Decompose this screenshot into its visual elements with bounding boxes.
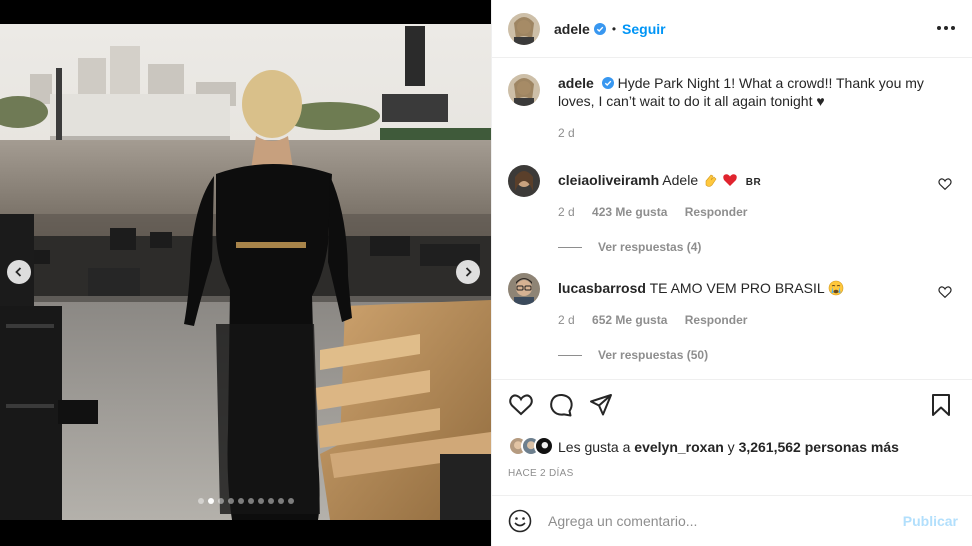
comment-time[interactable]: 2 d — [558, 205, 575, 219]
carousel-next-button[interactable] — [456, 260, 480, 284]
comments-section: adele Hyde Park Night 1! What a crowd!! … — [492, 58, 972, 380]
comment-meta: 2 d 652 Me gusta Responder — [558, 313, 761, 327]
commenter-avatar[interactable] — [508, 273, 540, 305]
caption-timestamp[interactable]: 2 d — [558, 126, 575, 140]
comment-body: cleiaoliveiramh Adele BR — [558, 171, 761, 192]
likes-prefix: Les gusta a — [558, 439, 631, 455]
comment-username[interactable]: cleiaoliveiramh — [558, 172, 659, 188]
replies-divider — [558, 246, 582, 248]
carousel-dot — [237, 498, 244, 504]
liker-avatar — [534, 436, 554, 456]
post-details-panel: adele • Seguir adele Hyde Park Night 1! … — [491, 0, 972, 546]
verified-badge-icon — [593, 22, 606, 35]
crying-face-emoji — [828, 280, 844, 296]
verified-badge-icon — [601, 77, 614, 89]
view-replies-label: Ver respuestas (50) — [598, 348, 709, 362]
likers-avatar-stack[interactable] — [508, 436, 554, 458]
carousel-dot — [277, 498, 284, 504]
post-photo[interactable] — [0, 24, 491, 520]
carousel-dot — [267, 498, 274, 504]
carousel-indicator — [0, 498, 491, 504]
likes-summary: Les gusta a evelyn_roxan y 3,261,562 per… — [508, 436, 899, 458]
share-paper-plane-icon[interactable] — [588, 392, 614, 418]
instagram-post-modal: adele • Seguir adele Hyde Park Night 1! … — [0, 0, 972, 546]
caption-text-block: adele Hyde Park Night 1! What a crowd!! … — [558, 74, 948, 110]
post-header: adele • Seguir — [492, 0, 972, 58]
author-avatar[interactable] — [508, 12, 540, 45]
carousel-dot — [257, 498, 264, 504]
emoji-smiley-icon[interactable] — [508, 509, 532, 533]
caption-author-avatar[interactable] — [508, 74, 540, 106]
author-username[interactable]: adele — [554, 21, 590, 37]
save-bookmark-icon[interactable] — [928, 392, 954, 418]
likes-user-link[interactable]: evelyn_roxan — [634, 439, 724, 455]
comment-likes[interactable]: 652 Me gusta — [592, 313, 667, 327]
chevron-left-icon — [15, 267, 22, 277]
carousel-dot — [227, 498, 234, 504]
carousel-dot — [287, 498, 294, 504]
comment-flag-text: BR — [745, 177, 762, 188]
post-time-ago[interactable]: HACE 2 DÍAS — [508, 468, 574, 479]
clapping-hands-emoji — [705, 174, 717, 187]
carousel-prev-button[interactable] — [7, 260, 31, 284]
likes-joiner: y — [727, 439, 735, 455]
add-comment-bar: Publicar — [492, 495, 972, 546]
carousel-dot — [197, 498, 204, 504]
follow-button[interactable]: Seguir — [622, 21, 666, 37]
view-replies-button[interactable]: Ver respuestas (4) — [558, 240, 701, 254]
concert-stage-photo — [0, 24, 491, 520]
comment-meta: 2 d 423 Me gusta Responder — [558, 205, 761, 219]
carousel-dot — [247, 498, 254, 504]
header-separator: • — [611, 21, 617, 36]
comment-username[interactable]: lucasbarrosd — [558, 280, 646, 296]
post-action-bar — [508, 392, 958, 422]
heart-outline-icon[interactable] — [938, 285, 952, 299]
post-media-area — [0, 0, 491, 546]
caption-username[interactable]: adele — [558, 75, 594, 91]
comment-input[interactable] — [548, 513, 888, 529]
commenter-avatar[interactable] — [508, 165, 540, 197]
likes-count-link[interactable]: 3,261,562 personas más — [739, 439, 899, 455]
more-options-icon — [937, 26, 941, 30]
carousel-dot — [217, 498, 224, 504]
comment-body: lucasbarrosd TE AMO VEM PRO BRASIL — [558, 279, 844, 297]
carousel-dot — [207, 498, 214, 504]
comment-reply-button[interactable]: Responder — [685, 205, 748, 219]
publish-button[interactable]: Publicar — [903, 513, 958, 529]
chevron-right-icon — [465, 267, 472, 277]
comment-bubble-icon[interactable] — [548, 392, 574, 418]
like-heart-icon[interactable] — [508, 392, 534, 418]
view-replies-label: Ver respuestas (4) — [598, 240, 702, 254]
red-heart-emoji — [723, 174, 737, 186]
more-options-button[interactable] — [936, 18, 956, 38]
comment-likes[interactable]: 423 Me gusta — [592, 205, 667, 219]
comment-reply-button[interactable]: Responder — [685, 313, 748, 327]
heart-outline-icon[interactable] — [938, 177, 952, 191]
comment-text: Adele — [662, 172, 699, 188]
comment-time[interactable]: 2 d — [558, 313, 575, 327]
replies-divider — [558, 354, 582, 356]
comment-text: TE AMO VEM PRO BRASIL — [649, 280, 825, 296]
post-caption: adele Hyde Park Night 1! What a crowd!! … — [508, 74, 948, 110]
view-replies-button[interactable]: Ver respuestas (50) — [558, 348, 708, 362]
